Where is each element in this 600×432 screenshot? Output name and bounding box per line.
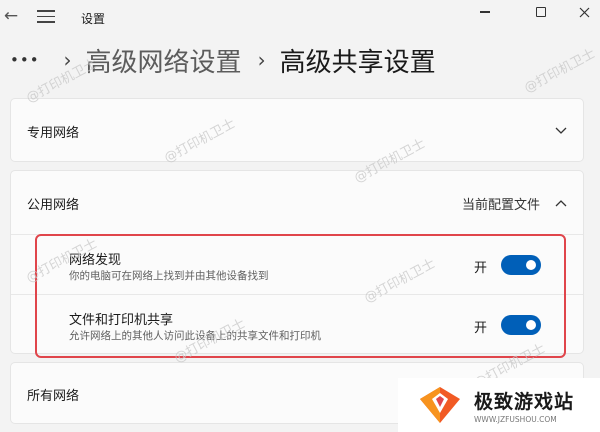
section-header[interactable]: 公用网络 当前配置文件 bbox=[11, 171, 583, 235]
close-button[interactable] bbox=[568, 0, 600, 24]
chevron-down-icon bbox=[555, 127, 567, 134]
window-title: 设置 bbox=[81, 12, 106, 26]
brand-url: WWW.JZFUSHOU.COM bbox=[474, 414, 557, 424]
brand-badge: 极致游戏站 WWW.JZFUSHOU.COM bbox=[398, 378, 600, 432]
toggle-state-label: 开 bbox=[474, 261, 488, 276]
setting-title: 文件和打印机共享 bbox=[69, 313, 174, 328]
close-icon bbox=[579, 7, 589, 17]
section-label: 专用网络 bbox=[27, 126, 80, 141]
toggle-knob bbox=[526, 320, 536, 330]
setting-description: 你的电脑可在网络上找到并由其他设备找到 bbox=[69, 270, 269, 282]
maximize-button[interactable] bbox=[518, 0, 564, 24]
setting-row-file-printer-sharing: 文件和打印机共享 允许网络上的其他人访问此设备上的共享文件和打印机 开 bbox=[11, 297, 583, 355]
brand-name: 极致游戏站 bbox=[474, 390, 575, 413]
current-profile-badge: 当前配置文件 bbox=[461, 198, 540, 213]
back-arrow-icon[interactable]: ← bbox=[0, 2, 22, 30]
section-label: 所有网络 bbox=[27, 389, 80, 404]
breadcrumb-more-button[interactable]: ••• bbox=[10, 51, 40, 69]
section-label: 公用网络 bbox=[27, 198, 80, 213]
hamburger-menu-icon[interactable] bbox=[37, 10, 55, 24]
breadcrumb-item-advanced-network[interactable]: 高级网络设置 bbox=[86, 42, 242, 79]
network-discovery-toggle[interactable] bbox=[501, 255, 541, 275]
title-bar: ← 设置 bbox=[0, 0, 600, 36]
breadcrumb-separator-icon: › bbox=[257, 48, 266, 72]
toggle-knob bbox=[526, 260, 536, 270]
minimize-button[interactable] bbox=[462, 0, 508, 24]
maximize-icon bbox=[536, 7, 546, 17]
file-printer-sharing-toggle[interactable] bbox=[501, 315, 541, 335]
chevron-up-icon bbox=[555, 200, 567, 207]
page-title: 高级共享设置 bbox=[279, 47, 436, 78]
brand-logo-icon bbox=[420, 387, 460, 423]
section-public-network: 公用网络 当前配置文件 网络发现 你的电脑可在网络上找到并由其他设备找到 开 文… bbox=[10, 170, 584, 354]
watermark: @打印机卫士 bbox=[521, 46, 598, 97]
section-private-network[interactable]: 专用网络 bbox=[10, 98, 584, 162]
minimize-icon bbox=[480, 11, 490, 13]
toggle-state-label: 开 bbox=[474, 321, 488, 336]
